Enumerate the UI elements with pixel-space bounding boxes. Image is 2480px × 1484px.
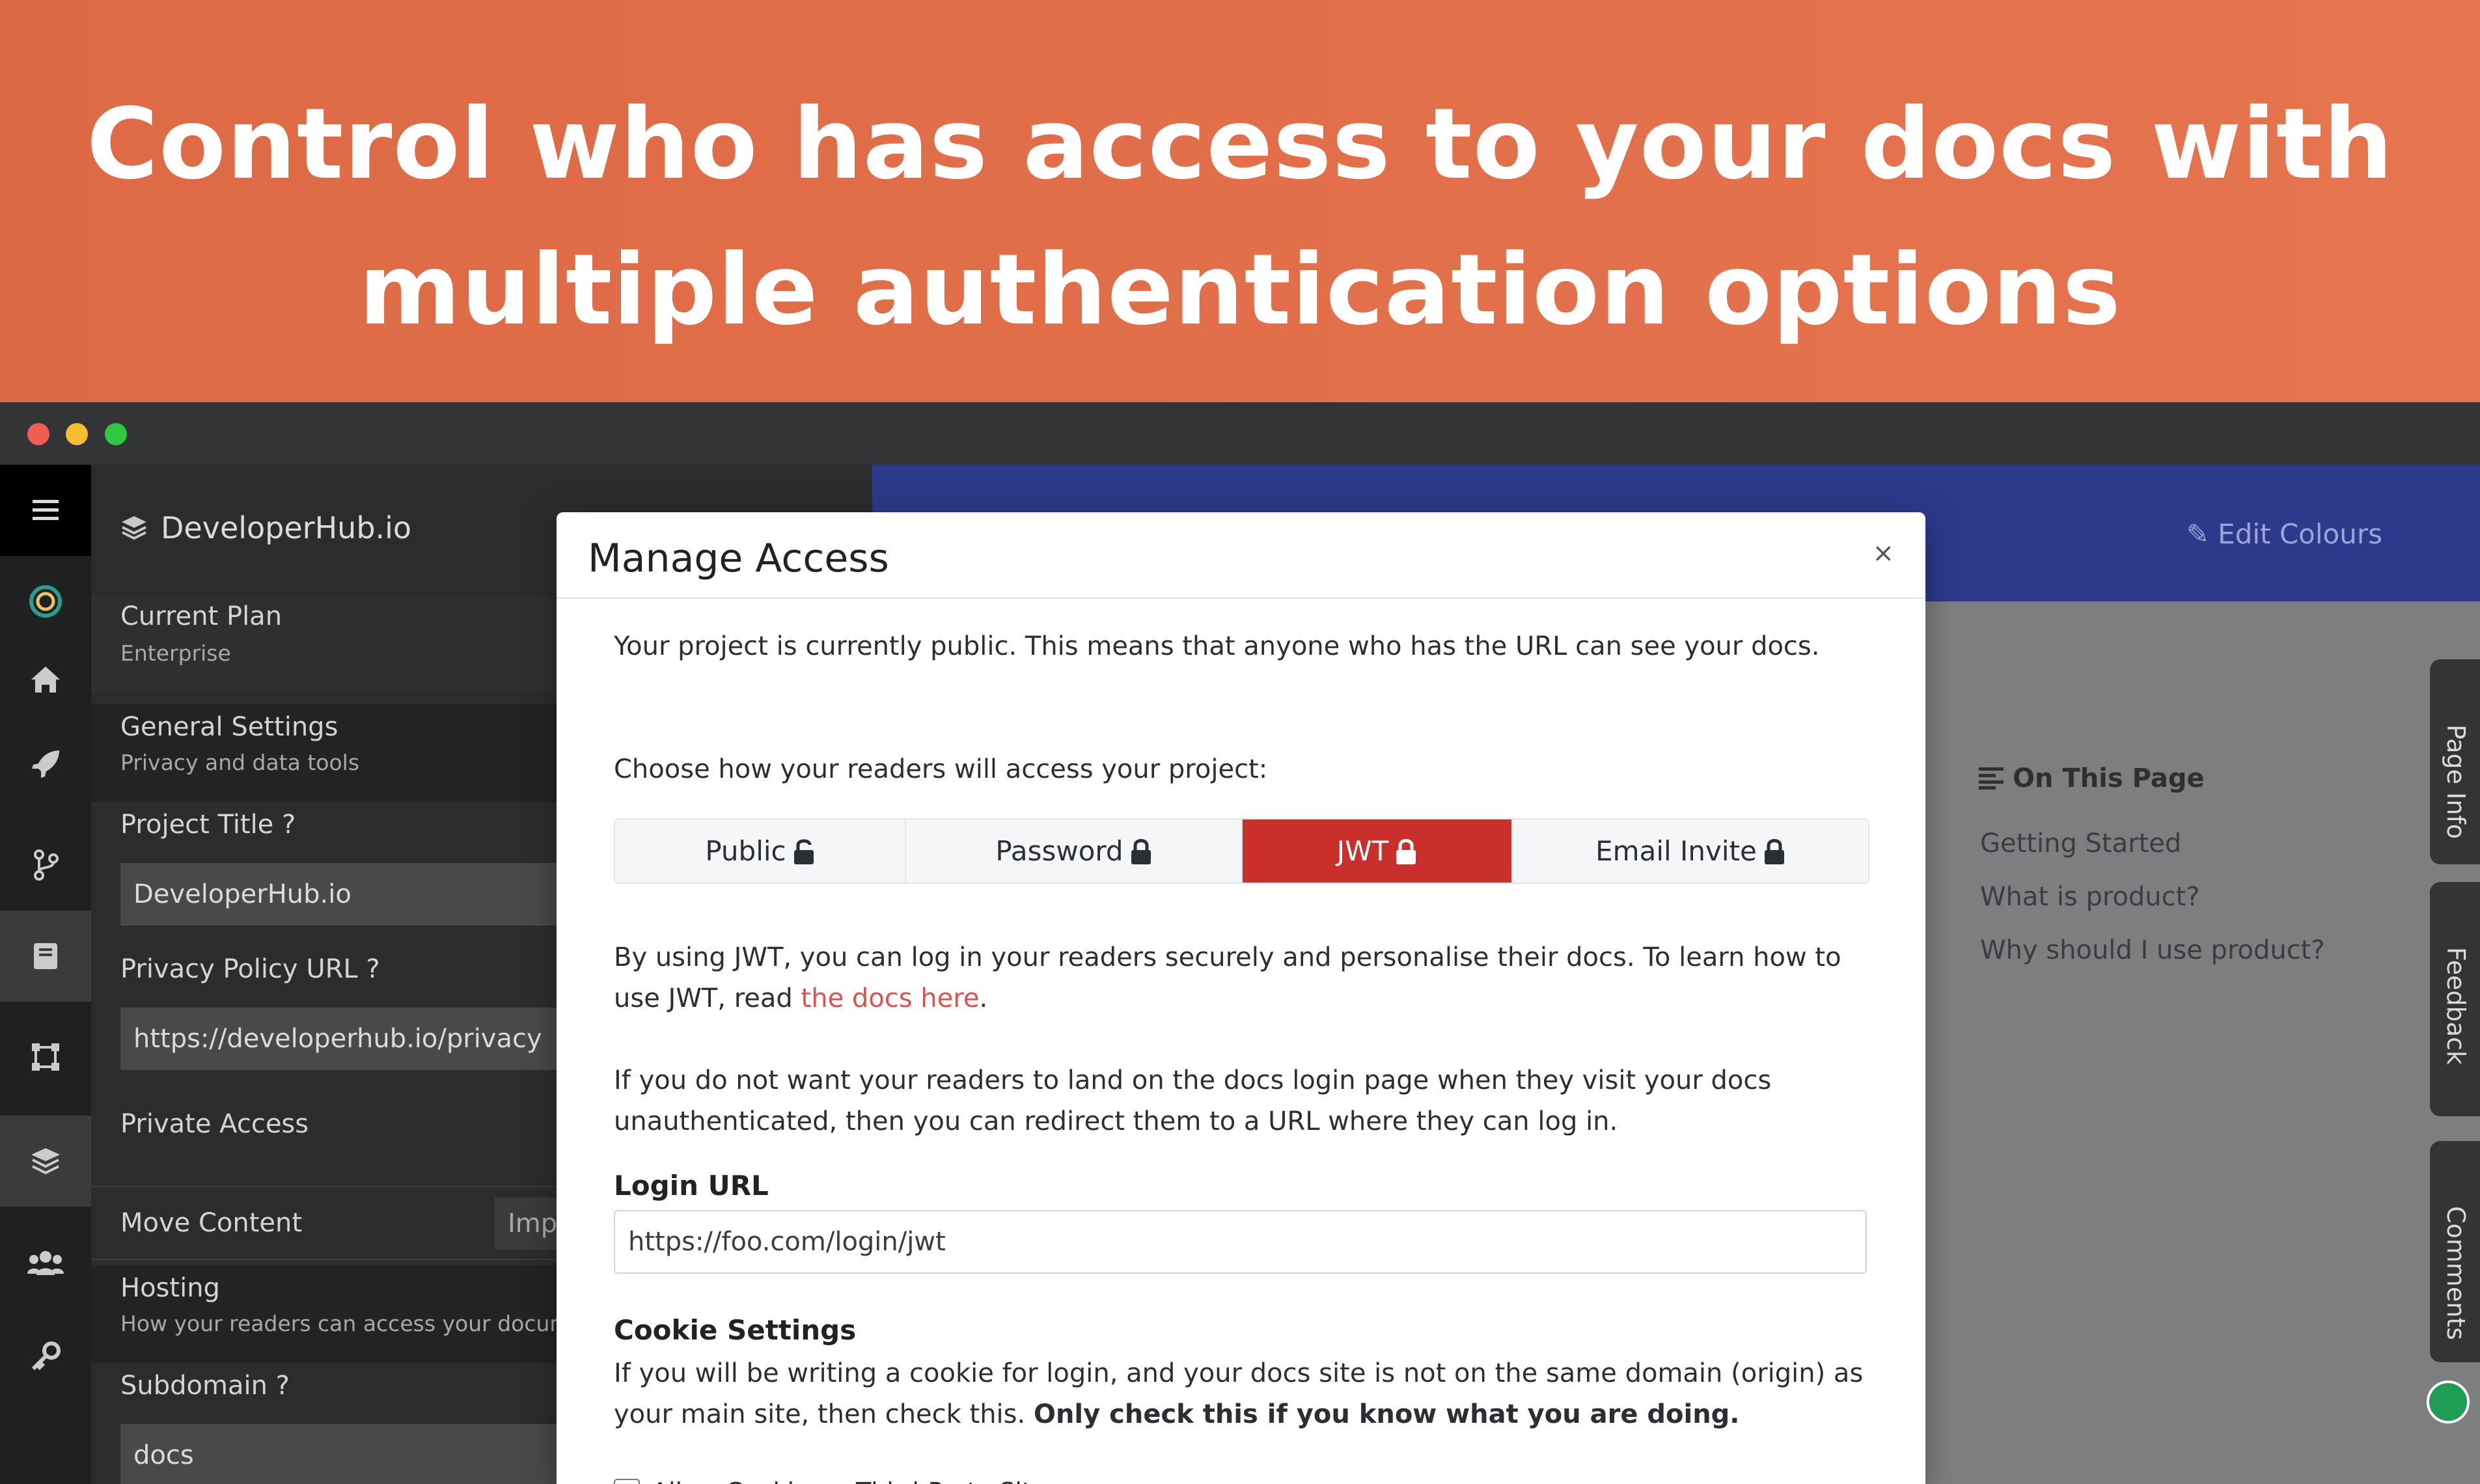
layers-icon[interactable] — [0, 1116, 91, 1207]
tab-email-invite[interactable]: Email Invite — [1513, 819, 1868, 883]
choose-text: Choose how your readers will access your… — [614, 754, 1268, 784]
tab-password[interactable]: Password — [906, 819, 1243, 883]
project-title-label: Project Title ? — [120, 810, 296, 840]
tab-public-label: Public — [705, 835, 786, 867]
general-settings-sub: Privacy and data tools — [120, 750, 360, 775]
subdomain-label: Subdomain ? — [120, 1371, 290, 1401]
users-icon[interactable] — [0, 1216, 91, 1308]
unlock-icon — [793, 839, 814, 864]
brand[interactable]: DeveloperHub.io — [120, 510, 411, 545]
tab-jwt[interactable]: JWT — [1243, 819, 1513, 883]
third-party-cookie-checkbox[interactable]: Allow Cookie on Third-Party Sites — [614, 1477, 1060, 1484]
current-plan-value: Enterprise — [120, 640, 231, 666]
access-tabs: Public Password JWT Email Invite — [614, 818, 1869, 884]
branch-icon[interactable] — [0, 819, 91, 911]
tab-jwt-label: JWT — [1336, 835, 1389, 867]
icon-rail — [0, 465, 91, 1484]
key-icon[interactable] — [0, 1311, 91, 1402]
feedback-label: Feedback — [2442, 947, 2470, 1065]
user-avatar-icon[interactable] — [2427, 1381, 2470, 1423]
private-access-label: Private Access — [120, 1109, 309, 1139]
login-url-label: Login URL — [614, 1170, 769, 1202]
rocket-icon[interactable] — [0, 719, 91, 810]
toc-link-what-is-product[interactable]: What is product? — [1980, 882, 2200, 912]
status-text: Your project is currently public. This m… — [614, 631, 1820, 661]
toc-link-why-use-product[interactable]: Why should I use product? — [1980, 935, 2325, 965]
tab-public[interactable]: Public — [615, 819, 906, 883]
hosting-label: Hosting — [120, 1273, 220, 1303]
redirect-description: If you do not want your readers to land … — [614, 1065, 1772, 1136]
lock-icon — [1764, 838, 1784, 864]
tab-email-invite-label: Email Invite — [1595, 835, 1757, 867]
checkbox[interactable] — [614, 1479, 640, 1484]
jwt-docs-link[interactable]: the docs here — [801, 983, 980, 1013]
close-icon[interactable]: × — [1872, 538, 1894, 568]
window-titlebar — [0, 402, 2480, 465]
page-info-label: Page Info — [2442, 724, 2470, 839]
book-icon[interactable] — [0, 911, 91, 1002]
lock-icon — [1131, 838, 1151, 864]
help-icon[interactable]: ? — [276, 1371, 290, 1401]
cookie-description: If you will be writing a cookie for logi… — [614, 1358, 1864, 1429]
feedback-tab[interactable]: Feedback — [2430, 882, 2480, 1116]
banner-headline-line2: multiple authentication options — [359, 234, 2121, 347]
on-this-page-title: On This Page — [1979, 763, 2205, 793]
window-close-button[interactable] — [27, 423, 49, 445]
menu-icon[interactable] — [0, 465, 91, 556]
comments-tab[interactable]: Comments — [2430, 1141, 2480, 1362]
window-minimize-button[interactable] — [66, 423, 88, 445]
promo-banner: Control who has access to your docs with… — [0, 0, 2480, 402]
comments-label: Comments — [2442, 1206, 2470, 1340]
hosting-sub: How your readers can access your docum — [120, 1311, 571, 1336]
banner-headline: Control who has access to your docs with… — [0, 72, 2480, 363]
third-party-cookie-label: Allow Cookie on Third-Party Sites — [652, 1477, 1060, 1484]
cookie-settings-label: Cookie Settings — [614, 1314, 857, 1346]
manage-access-modal: Manage Access × Your project is currentl… — [557, 512, 1925, 1484]
modal-header: Manage Access × — [557, 512, 1925, 599]
vector-shape-icon[interactable] — [0, 1011, 91, 1103]
help-icon[interactable]: ? — [366, 954, 379, 984]
lock-icon — [1396, 838, 1416, 864]
tab-password-label: Password — [995, 835, 1123, 867]
help-icon[interactable]: ? — [282, 810, 296, 840]
layers-icon — [122, 516, 146, 540]
page-info-tab[interactable]: Page Info — [2430, 659, 2480, 864]
toc-link-getting-started[interactable]: Getting Started — [1980, 829, 2181, 859]
move-content-label: Move Content — [120, 1208, 303, 1238]
window-maximize-button[interactable] — [105, 423, 127, 445]
privacy-policy-label: Privacy Policy URL ? — [120, 954, 380, 984]
current-plan-label: Current Plan — [120, 601, 282, 631]
app-logo-icon[interactable] — [0, 556, 91, 647]
login-url-input[interactable]: https://foo.com/login/jwt — [614, 1210, 1867, 1274]
general-settings-label: General Settings — [120, 712, 338, 742]
jwt-description: By using JWT, you can log in your reader… — [614, 942, 1841, 1013]
edit-colours-button[interactable]: ✎ Edit Colours — [2186, 518, 2382, 550]
home-icon[interactable] — [0, 634, 91, 725]
modal-title: Manage Access — [588, 536, 889, 581]
list-icon — [1979, 767, 2004, 790]
banner-headline-line1: Control who has access to your docs with — [86, 88, 2394, 201]
brand-name: DeveloperHub.io — [161, 510, 412, 545]
